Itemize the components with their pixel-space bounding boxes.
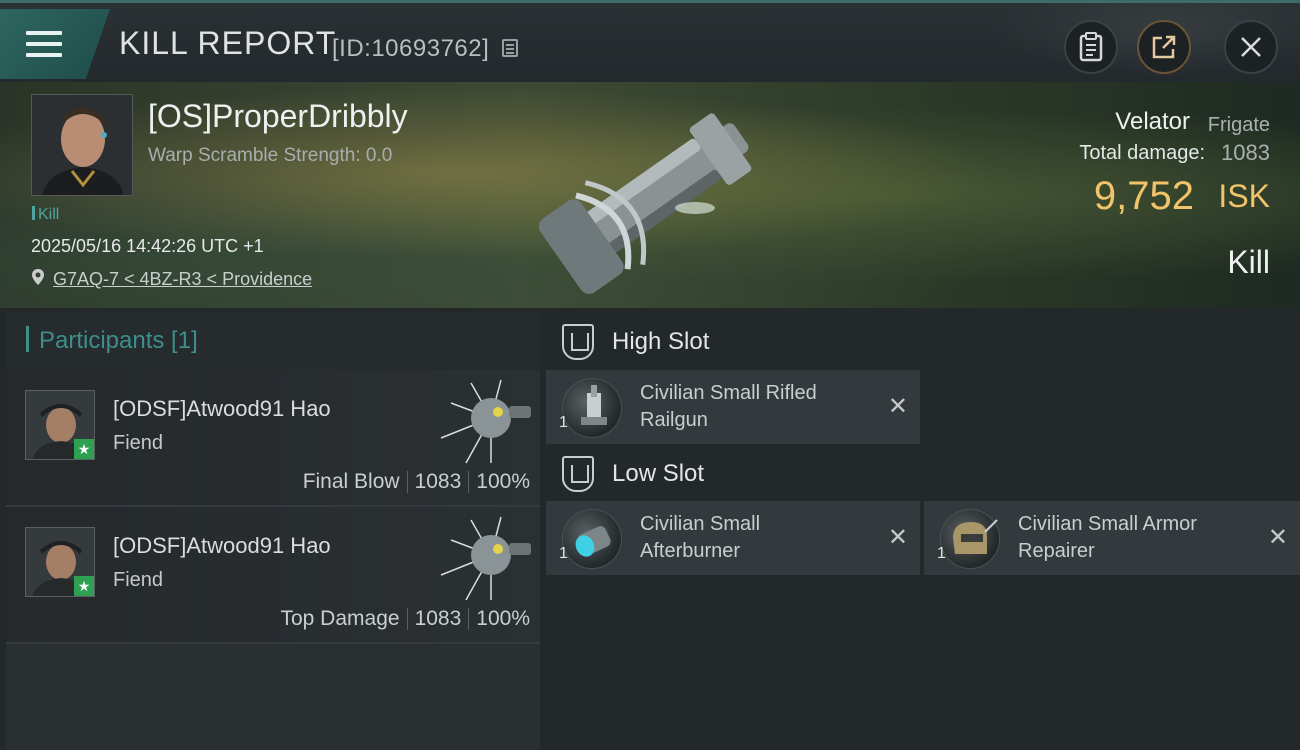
participant-avatar[interactable]: ★ [25, 390, 95, 460]
menu-icon [26, 31, 62, 59]
module-item[interactable]: 1 Civilian Small Rifled Railgun ✕ [546, 370, 920, 444]
participant-ship: Fiend [113, 569, 164, 591]
share-icon [1152, 35, 1176, 59]
share-button[interactable] [1137, 20, 1191, 74]
star-icon: ★ [74, 439, 94, 459]
total-damage-label: Total damage: [1079, 142, 1205, 164]
isk-value: 9,752 [1093, 174, 1194, 218]
participant-name[interactable]: [ODSF]Atwood91 Hao [113, 533, 331, 559]
divider [468, 608, 470, 630]
clipboard-button[interactable] [1064, 20, 1118, 74]
participant-row[interactable]: ★ [ODSF]Atwood91 Hao Fiend Top Damage 10… [6, 507, 540, 644]
remove-icon: ✕ [887, 393, 908, 420]
participant-damage: 1083 [414, 470, 462, 493]
participant-percent: 100% [476, 607, 530, 630]
menu-button[interactable] [0, 9, 110, 79]
close-icon [1241, 37, 1261, 57]
participant-role: Top Damage [280, 607, 400, 630]
kill-datetime: 2025/05/16 14:42:26 UTC +1 [31, 236, 264, 256]
divider [406, 471, 408, 493]
slot-icon [562, 324, 594, 360]
module-item[interactable]: 1 Civilian Small Armor Repairer ✕ [924, 501, 1300, 575]
participants-panel: Participants [1] ★ [ODSF]Atwood91 Hao Fi… [6, 312, 540, 750]
participant-role: Final Blow [302, 470, 400, 493]
total-damage-value: 1083 [1221, 140, 1270, 165]
low-slot-header: Low Slot [562, 454, 704, 494]
warp-scramble-strength: Warp Scramble Strength: 0.0 [148, 145, 393, 166]
participant-row[interactable]: ★ [ODSF]Atwood91 Hao Fiend Final Blow 10… [6, 370, 540, 507]
participant-ship-image [440, 516, 531, 601]
ship-name[interactable]: Velator [1115, 108, 1190, 136]
remove-icon: ✕ [887, 524, 908, 551]
kill-location-link[interactable]: G7AQ-7 < 4BZ-R3 < Providence [53, 269, 312, 290]
victim-name[interactable]: [OS]ProperDribbly [148, 98, 408, 135]
module-item[interactable]: 1 Civilian Small Afterburner ✕ [546, 501, 920, 575]
railgun-icon [562, 378, 622, 438]
location-pin-icon [32, 269, 44, 285]
high-slot-label: High Slot [612, 328, 710, 355]
participants-title: Participants [1] [6, 312, 540, 370]
participant-avatar[interactable]: ★ [25, 527, 95, 597]
divider [406, 608, 408, 630]
remove-icon: ✕ [1267, 524, 1288, 551]
fitting-panel: High Slot 1 Civilian Small Rifled Railgu… [546, 312, 1300, 750]
armor-repairer-icon [940, 509, 1000, 569]
slot-icon [562, 456, 594, 492]
module-quantity: 1 [937, 545, 946, 562]
ship-class: Frigate [1207, 114, 1270, 136]
participant-ship-image [440, 379, 531, 464]
kill-tag: Kill [32, 206, 59, 224]
participant-damage: 1083 [414, 607, 462, 630]
star-icon: ★ [74, 576, 94, 596]
participant-name[interactable]: [ODSF]Atwood91 Hao [113, 396, 331, 422]
module-name: Civilian Small Rifled Railgun [640, 382, 817, 431]
divider [468, 471, 470, 493]
page-title: KILL REPORT [119, 25, 337, 61]
close-button[interactable] [1224, 20, 1278, 74]
participant-ship: Fiend [113, 432, 164, 454]
participant-percent: 100% [476, 470, 530, 493]
isk-unit: ISK [1218, 178, 1270, 214]
afterburner-icon [562, 509, 622, 569]
low-slot-label: Low Slot [612, 460, 705, 487]
report-id: [ID:10693762] [332, 35, 490, 62]
module-quantity: 1 [559, 414, 568, 431]
victim-banner: [OS]ProperDribbly Warp Scramble Strength… [0, 82, 1300, 308]
participant-stats: Final Blow 1083 100% [303, 470, 530, 494]
victim-avatar[interactable] [31, 94, 133, 196]
top-bar: KILL REPORT [ID:10693762] [0, 0, 1300, 85]
module-name: Civilian Small Afterburner [640, 513, 761, 562]
module-name: Civilian Small Armor Repairer [1018, 513, 1197, 562]
copy-icon[interactable] [502, 39, 518, 57]
module-quantity: 1 [559, 545, 568, 562]
high-slot-header: High Slot [562, 322, 709, 362]
clipboard-icon [1079, 32, 1103, 62]
ship-image [538, 113, 752, 294]
kill-result: Kill [1227, 244, 1270, 280]
participant-stats: Top Damage 1083 100% [280, 607, 530, 631]
